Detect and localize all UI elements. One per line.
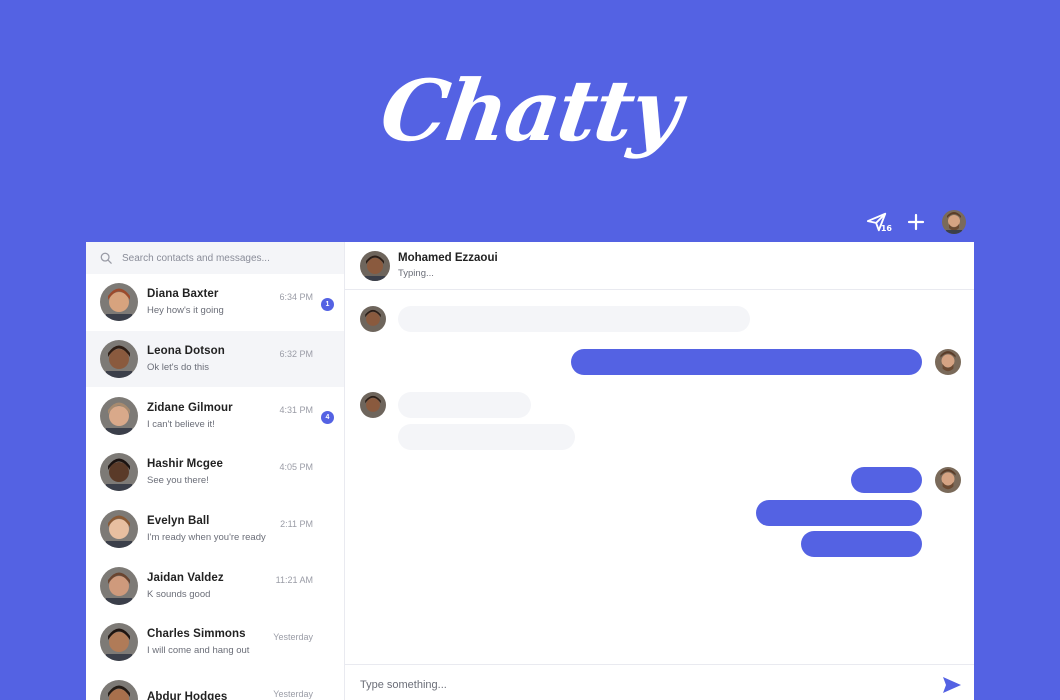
contact-name: Hashir Mcgee xyxy=(147,458,223,471)
chat-app-window: Diana Baxter Hey how's it going 6:34 PM 1 Le… xyxy=(86,242,974,700)
contact-list-item[interactable]: Charles Simmons I will come and hang out Y… xyxy=(86,614,344,671)
contact-timestamp: Yesterday xyxy=(273,632,313,643)
contact-avatar xyxy=(100,453,138,492)
contacts-sidebar: Diana Baxter Hey how's it going 6:34 PM 1 Le… xyxy=(86,242,345,700)
contact-list-item[interactable]: Leona Dotson Ok let's do this 6:32 PM xyxy=(86,330,344,388)
contact-name: Abdur Hodges xyxy=(147,690,228,700)
contact-last-message: I'm ready when you're ready xyxy=(147,532,266,544)
contact-list: Diana Baxter Hey how's it going 6:34 PM 1 Le… xyxy=(86,274,344,700)
conversation-header: Mohamed Ezzaoui Typing... xyxy=(345,242,974,290)
search-bar xyxy=(86,242,344,274)
contact-timestamp: 6:34 PM xyxy=(279,292,313,302)
conversation-pane: Mohamed Ezzaoui Typing... xyxy=(345,242,974,700)
contact-message-avatar xyxy=(360,392,386,418)
contact-list-item[interactable]: Jaidan Valdez K sounds good 11:21 AM xyxy=(86,557,344,614)
outgoing-message-bubble xyxy=(571,349,922,375)
contact-timestamp: Yesterday xyxy=(273,688,313,699)
incoming-message-bubble xyxy=(398,306,750,332)
contact-list-item[interactable]: Hashir Mcgee See you there! 4:05 PM xyxy=(86,444,344,501)
contact-timestamp: 4:05 PM xyxy=(279,462,313,473)
contact-timestamp: 2:11 PM xyxy=(280,518,313,529)
unread-count-badge: 1 xyxy=(321,298,334,311)
contact-avatar xyxy=(100,283,138,322)
incoming-message-bubble xyxy=(398,392,531,418)
contact-name: Evelyn Ball xyxy=(147,515,210,528)
contact-last-message: Hey how's it going xyxy=(147,305,224,317)
chatty-logo: Chatty xyxy=(375,40,686,180)
contact-last-message: K sounds good xyxy=(147,588,211,600)
contact-avatar xyxy=(100,680,138,700)
outgoing-message-bubble xyxy=(756,500,922,526)
paper-plane-icon[interactable]: 16 xyxy=(866,209,892,235)
conversation-contact-name: Mohamed Ezzaoui xyxy=(398,252,498,264)
send-icon[interactable] xyxy=(942,675,962,695)
contact-name: Leona Dotson xyxy=(147,345,225,358)
contact-name: Charles Simmons xyxy=(147,628,246,641)
contact-avatar[interactable] xyxy=(360,250,390,281)
incoming-message-bubble xyxy=(398,424,575,450)
logo-text: Chatty xyxy=(374,60,686,160)
outgoing-message-bubble xyxy=(851,467,922,493)
contact-avatar xyxy=(100,623,138,662)
contact-name: Diana Baxter xyxy=(147,288,219,301)
message-input[interactable] xyxy=(360,678,942,691)
user-avatar[interactable] xyxy=(942,210,966,234)
contact-last-message: I will come and hang out xyxy=(147,645,250,657)
contact-timestamp: 11:21 AM xyxy=(275,575,313,586)
contact-last-message: Ok let's do this xyxy=(147,362,210,374)
contact-name: Zidane Gilmour xyxy=(147,401,233,414)
contact-message-avatar xyxy=(360,306,386,332)
typing-status: Typing... xyxy=(398,268,434,279)
contact-timestamp: 6:32 PM xyxy=(279,348,313,359)
top-toolbar: 16 xyxy=(866,208,966,236)
contact-avatar xyxy=(100,566,138,605)
outgoing-message-bubble xyxy=(801,531,922,557)
user-message-avatar xyxy=(935,467,961,493)
contact-list-item[interactable]: Diana Baxter Hey how's it going 6:34 PM 1 xyxy=(86,274,344,331)
contact-list-item[interactable]: Abdur Hodges Yesterday xyxy=(86,671,344,700)
contact-last-message: I can't believe it! xyxy=(147,418,215,430)
send-count-badge: 16 xyxy=(880,224,892,233)
message-composer xyxy=(345,664,974,700)
contact-avatar xyxy=(100,340,138,379)
search-icon xyxy=(100,252,112,264)
plus-icon[interactable] xyxy=(906,212,926,232)
contact-list-item[interactable]: Zidane Gilmour I can't believe it! 4:31 PM… xyxy=(86,387,344,444)
contact-avatar xyxy=(100,396,138,435)
contact-timestamp: 4:31 PM xyxy=(279,405,313,416)
contact-list-item[interactable]: Evelyn Ball I'm ready when you're ready 2:… xyxy=(86,501,344,558)
contact-avatar xyxy=(100,510,138,549)
search-input[interactable] xyxy=(122,252,322,264)
contact-name: Jaidan Valdez xyxy=(147,571,224,584)
contact-last-message: See you there! xyxy=(147,475,209,487)
user-message-avatar xyxy=(935,349,961,375)
